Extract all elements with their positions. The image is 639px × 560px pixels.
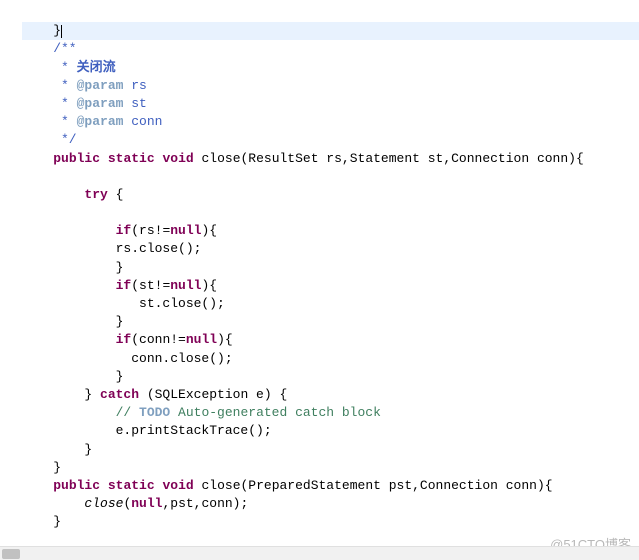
brace: ){ — [201, 223, 217, 238]
code-editor: } /** * 关闭流 * @param rs * @param st * @p… — [0, 0, 639, 540]
param-name: rs — [123, 78, 146, 93]
brace-close: } — [22, 460, 61, 475]
call-line: close(null,pst,conn); — [22, 496, 248, 511]
comment-slashes: // — [116, 405, 139, 420]
if-line: if(st!=null){ — [22, 278, 217, 293]
todo-text: Auto-generated catch block — [170, 405, 381, 420]
stmt: conn.close(); — [22, 351, 233, 366]
param-tag: @param — [77, 78, 124, 93]
catch-line: } catch (SQLException e) { — [22, 387, 287, 402]
keyword-public: public — [53, 151, 100, 166]
param-name: conn — [123, 114, 162, 129]
horizontal-scrollbar[interactable] — [0, 546, 639, 560]
brace-close: } — [22, 260, 123, 275]
keyword-catch: catch — [100, 387, 139, 402]
javadoc-close: */ — [22, 132, 77, 147]
try-line: try { — [22, 187, 123, 202]
keyword-if: if — [116, 223, 132, 238]
method-signature: public static void close(ResultSet rs,St… — [22, 151, 584, 166]
args: ,pst,conn); — [162, 496, 248, 511]
stmt: rs.close(); — [22, 241, 201, 256]
todo-comment: // TODO Auto-generated catch block — [22, 405, 381, 420]
keyword-try: try — [84, 187, 107, 202]
javadoc-desc: 关闭流 — [77, 60, 116, 75]
javadoc-star: * — [22, 78, 77, 93]
method-rest: close(ResultSet rs,Statement st,Connecti… — [194, 151, 584, 166]
brace-close: } — [22, 514, 61, 529]
todo-label: TODO — [139, 405, 170, 420]
stmt: e.printStackTrace(); — [22, 423, 272, 438]
method-call: close — [84, 496, 123, 511]
stmt: st.close(); — [22, 296, 225, 311]
brace-close: } — [22, 314, 123, 329]
keyword-null: null — [131, 496, 162, 511]
current-line: } — [22, 22, 639, 40]
keyword-null: null — [186, 332, 217, 347]
method-signature: public static void close(PreparedStateme… — [22, 478, 553, 493]
brace: { — [108, 187, 124, 202]
javadoc-param: * @param conn — [22, 114, 162, 129]
catch-rest: (SQLException e) { — [139, 387, 287, 402]
keyword-static: static — [108, 151, 155, 166]
javadoc-line: * 关闭流 — [22, 60, 116, 75]
javadoc-param: * @param st — [22, 96, 147, 111]
keyword-void: void — [162, 151, 193, 166]
keyword-public: public — [53, 478, 100, 493]
keyword-static: static — [108, 478, 155, 493]
if-line: if(rs!=null){ — [22, 223, 217, 238]
text-cursor — [61, 25, 62, 38]
keyword-null: null — [170, 278, 201, 293]
param-name: st — [123, 96, 146, 111]
indent — [22, 496, 84, 511]
param-tag: @param — [77, 114, 124, 129]
brace-close: } — [22, 369, 123, 384]
keyword-null: null — [170, 223, 201, 238]
method-rest: close(PreparedStatement pst,Connection c… — [194, 478, 553, 493]
scrollbar-thumb[interactable] — [2, 549, 20, 559]
keyword-void: void — [162, 478, 193, 493]
javadoc-star: * — [22, 96, 77, 111]
condition: (rs!= — [131, 223, 170, 238]
brace-close: } — [22, 442, 92, 457]
javadoc-open: /** — [22, 41, 77, 56]
keyword-if: if — [116, 278, 132, 293]
if-line: if(conn!=null){ — [22, 332, 233, 347]
condition: (st!= — [131, 278, 170, 293]
code-text: } — [22, 23, 61, 38]
param-tag: @param — [77, 96, 124, 111]
javadoc-param: * @param rs — [22, 78, 147, 93]
javadoc-star: * — [22, 60, 77, 75]
condition: (conn!= — [131, 332, 186, 347]
brace: ){ — [217, 332, 233, 347]
brace: ){ — [201, 278, 217, 293]
keyword-if: if — [116, 332, 132, 347]
javadoc-star: * — [22, 114, 77, 129]
